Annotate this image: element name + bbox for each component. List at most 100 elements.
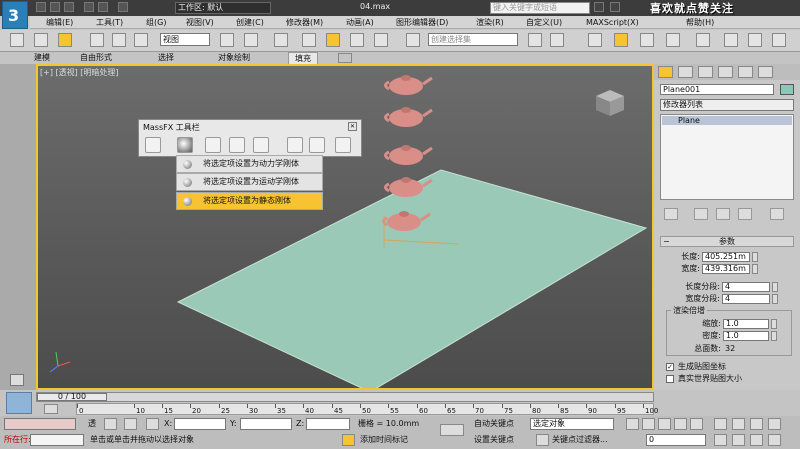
- constraint-icon[interactable]: [229, 137, 245, 153]
- open-file-icon[interactable]: [50, 2, 60, 12]
- curve-editor-icon[interactable]: [640, 33, 654, 47]
- density-spinner[interactable]: [771, 331, 777, 341]
- menu-group[interactable]: 组(G): [146, 17, 166, 28]
- new-key-icon[interactable]: [536, 434, 549, 446]
- tab-modeling[interactable]: 建模: [34, 52, 50, 64]
- play-icon[interactable]: [658, 418, 671, 430]
- search-input[interactable]: 键入关键字或短语: [490, 2, 590, 14]
- link-icon[interactable]: [10, 33, 24, 47]
- tab-modify[interactable]: [678, 66, 693, 78]
- key-icon[interactable]: [440, 424, 464, 436]
- play-sim-icon[interactable]: [309, 137, 325, 153]
- density-field[interactable]: 1.0: [723, 331, 769, 341]
- render-setup-icon[interactable]: [724, 33, 738, 47]
- tab-object-paint[interactable]: 对象绘制: [218, 52, 250, 64]
- menu-animation[interactable]: 动画(A): [346, 17, 374, 28]
- length-segs-spinner[interactable]: [772, 282, 778, 292]
- abs-mode-icon[interactable]: [124, 418, 137, 430]
- snap-toggle-icon[interactable]: [302, 33, 316, 47]
- unlink-icon[interactable]: [34, 33, 48, 47]
- remove-modifier-icon[interactable]: [738, 208, 752, 220]
- scale-field[interactable]: 1.0: [723, 319, 769, 329]
- track-ruler[interactable]: 0 10 15 20 25 30 35 40 45 50 55 60 65 70 75 80 85 90 95 100: [76, 403, 658, 415]
- object-name-field[interactable]: Plane001: [660, 84, 774, 95]
- perspective-viewport[interactable]: [+] [透视] [明暗处理]: [36, 64, 654, 390]
- reference-coord-dropdown[interactable]: 视图: [160, 33, 210, 46]
- menu-item-static[interactable]: 将选定项设置为静态刚体: [176, 192, 323, 210]
- scale-spinner[interactable]: [771, 319, 777, 329]
- manipulate-icon[interactable]: [244, 33, 258, 47]
- tab-create[interactable]: [658, 66, 673, 78]
- rotate-icon[interactable]: [112, 33, 126, 47]
- menu-graph-editors[interactable]: 图形编辑器(D): [396, 17, 448, 28]
- zoom-extents-icon[interactable]: [750, 418, 763, 430]
- undo-icon[interactable]: [84, 2, 94, 12]
- zoom-icon[interactable]: [714, 418, 727, 430]
- orbit-icon[interactable]: [750, 434, 763, 446]
- width-segs-field[interactable]: 4: [722, 294, 770, 304]
- length-field[interactable]: 405.251m: [702, 252, 750, 262]
- mini-listener-icon[interactable]: [6, 392, 32, 414]
- fov-icon[interactable]: [714, 434, 727, 446]
- schematic-view-icon[interactable]: [666, 33, 680, 47]
- tab-hierarchy[interactable]: [698, 66, 713, 78]
- object-color-swatch[interactable]: [780, 84, 794, 95]
- world-params-icon[interactable]: [145, 137, 161, 153]
- pin-stack-icon[interactable]: [664, 208, 678, 220]
- keyboard-shortcut-icon[interactable]: [274, 33, 288, 47]
- show-end-result-icon[interactable]: [694, 208, 708, 220]
- menu-edit[interactable]: 编辑(E): [46, 17, 73, 28]
- length-segs-field[interactable]: 4: [722, 282, 770, 292]
- menu-views[interactable]: 视图(V): [186, 17, 214, 28]
- select-object-button[interactable]: [58, 33, 72, 47]
- redo-icon[interactable]: [98, 2, 108, 12]
- reset-sim-icon[interactable]: [287, 137, 303, 153]
- menu-maxscript[interactable]: MAXScript(X): [586, 17, 639, 28]
- z-coord-field[interactable]: [306, 418, 350, 430]
- lock-selection-icon[interactable]: [104, 418, 117, 430]
- menu-modifiers[interactable]: 修改器(M): [286, 17, 323, 28]
- time-slider[interactable]: 0 / 100: [36, 392, 654, 402]
- tab-freeform[interactable]: 自由形式: [80, 52, 112, 64]
- y-coord-field[interactable]: [240, 418, 292, 430]
- menu-rendering[interactable]: 渲染(R): [476, 17, 504, 28]
- maxscript-listener-field[interactable]: [4, 418, 76, 430]
- material-editor-icon[interactable]: [696, 33, 710, 47]
- ribbon-options-icon[interactable]: [338, 53, 352, 63]
- cloth-icon[interactable]: [205, 137, 221, 153]
- key-mode-dropdown[interactable]: 选定对象: [530, 418, 614, 430]
- spinner-snap-icon[interactable]: [374, 33, 388, 47]
- tab-display[interactable]: [738, 66, 753, 78]
- x-coord-field[interactable]: [174, 418, 226, 430]
- prev-frame-icon[interactable]: [642, 418, 655, 430]
- rollout-header[interactable]: − 参数: [660, 236, 794, 247]
- mirror-icon[interactable]: [528, 33, 542, 47]
- expand-icon[interactable]: [10, 374, 24, 386]
- ragdoll-icon[interactable]: [253, 137, 269, 153]
- configure-sets-icon[interactable]: [770, 208, 784, 220]
- set-key-button[interactable]: 设置关键点: [474, 434, 514, 446]
- menu-create[interactable]: 创建(C): [236, 17, 264, 28]
- gen-mapping-checkbox[interactable]: ✓: [666, 363, 674, 371]
- modifier-list-dropdown[interactable]: 修改器列表: [660, 99, 794, 111]
- width-segs-spinner[interactable]: [772, 294, 778, 304]
- track-bar-icon[interactable]: [44, 404, 58, 414]
- tab-motion[interactable]: [718, 66, 733, 78]
- move-icon[interactable]: [90, 33, 104, 47]
- percent-snap-icon[interactable]: [350, 33, 364, 47]
- mode-field[interactable]: [30, 434, 84, 446]
- layer-manager-icon[interactable]: [588, 33, 602, 47]
- menu-help[interactable]: 帮助(H): [686, 17, 714, 28]
- go-end-icon[interactable]: [690, 418, 703, 430]
- length-spinner[interactable]: [752, 252, 758, 262]
- menu-tools[interactable]: 工具(T): [96, 17, 123, 28]
- width-field[interactable]: 439.316m: [702, 264, 750, 274]
- angle-snap-icon[interactable]: [326, 33, 340, 47]
- workspace-dropdown[interactable]: 工作区: 默认: [175, 2, 271, 14]
- time-tag-icon[interactable]: [342, 434, 355, 446]
- tab-selection[interactable]: 选择: [158, 52, 174, 64]
- menu-item-kinematic[interactable]: 将选定项设置为运动学刚体: [176, 173, 323, 191]
- zoom-all-icon[interactable]: [732, 418, 745, 430]
- save-file-icon[interactable]: [64, 2, 74, 12]
- rigid-body-icon[interactable]: [177, 137, 193, 153]
